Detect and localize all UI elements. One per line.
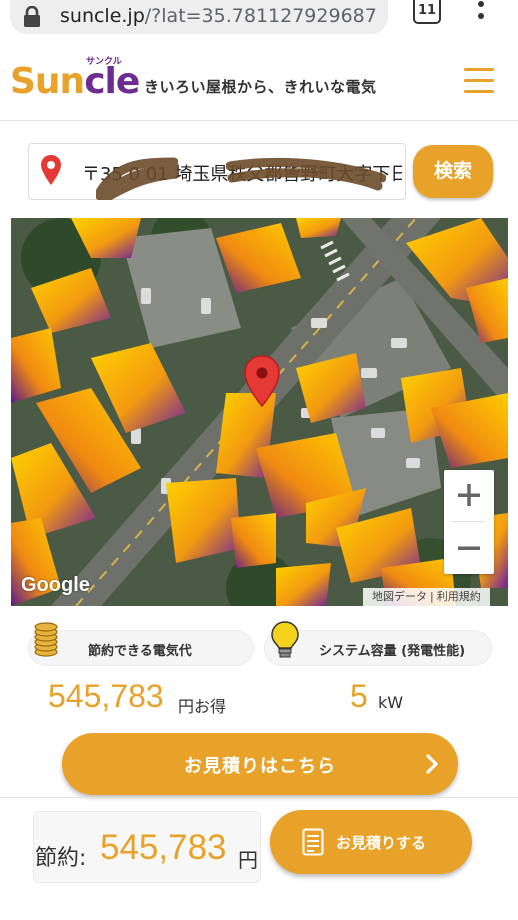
logo-cle: cle (84, 61, 140, 102)
logo-sun: Sun (10, 61, 85, 102)
capacity-amount: 5 (350, 678, 368, 714)
map-marker-icon[interactable] (242, 354, 282, 408)
map-footer: 地図データ | 利用規約 (363, 588, 490, 606)
tab-switcher-button[interactable]: 11 (413, 0, 441, 24)
hamburger-menu-icon[interactable] (464, 68, 494, 94)
footer-savings-prefix: 節約: (35, 846, 87, 871)
aerial-map-image (11, 218, 508, 606)
estimate-button-label: お見積りはこちら (184, 756, 336, 777)
footer-savings-unit: 円 (238, 848, 258, 872)
capacity-label: システム容量 (発電性能) (319, 644, 466, 659)
footer-savings-amount: 545,783 (100, 828, 227, 867)
coins-icon (34, 622, 58, 657)
chevron-right-icon (426, 754, 438, 774)
google-logo: Google (21, 574, 90, 596)
zoom-control (444, 470, 494, 574)
bottom-spacer (0, 900, 518, 920)
savings-amount: 545,783 (48, 678, 164, 714)
document-icon (302, 828, 324, 856)
zoom-in-button[interactable] (444, 470, 494, 521)
estimate-button[interactable]: お見積りはこちら (62, 733, 458, 795)
url-host: suncle.jp (60, 5, 145, 27)
capacity-unit: kW (378, 693, 404, 712)
redaction-scribble (96, 157, 178, 200)
light-bulb-icon (271, 621, 299, 658)
footer-divider (0, 797, 518, 798)
map-data-link[interactable]: 地図データ (369, 590, 430, 603)
location-pin-icon (41, 155, 61, 185)
redaction-scribble (226, 157, 386, 191)
zoom-divider (452, 521, 486, 522)
terms-link[interactable]: 利用規約 (434, 590, 484, 603)
logo-kana: サンクル (86, 57, 122, 67)
url-path: /?lat=35.781127929687 (144, 5, 377, 27)
savings-unit: 円お得 (178, 697, 227, 716)
overflow-menu-icon[interactable] (470, 0, 492, 28)
lock-icon (24, 6, 40, 27)
footer-estimate-label: お見積りする (336, 834, 427, 852)
solar-map[interactable]: Google 地図データ | 利用規約 (11, 218, 508, 606)
zoom-out-button[interactable] (444, 523, 494, 574)
footer-estimate-button[interactable]: お見積りする (270, 810, 472, 874)
url-text[interactable]: suncle.jp/?lat=35.781127929687 (60, 4, 378, 28)
tagline: きいろい屋根から、きれいな電気 (144, 78, 377, 96)
search-button[interactable]: 検索 (413, 145, 493, 198)
savings-label: 節約できる電気代 (88, 644, 192, 659)
